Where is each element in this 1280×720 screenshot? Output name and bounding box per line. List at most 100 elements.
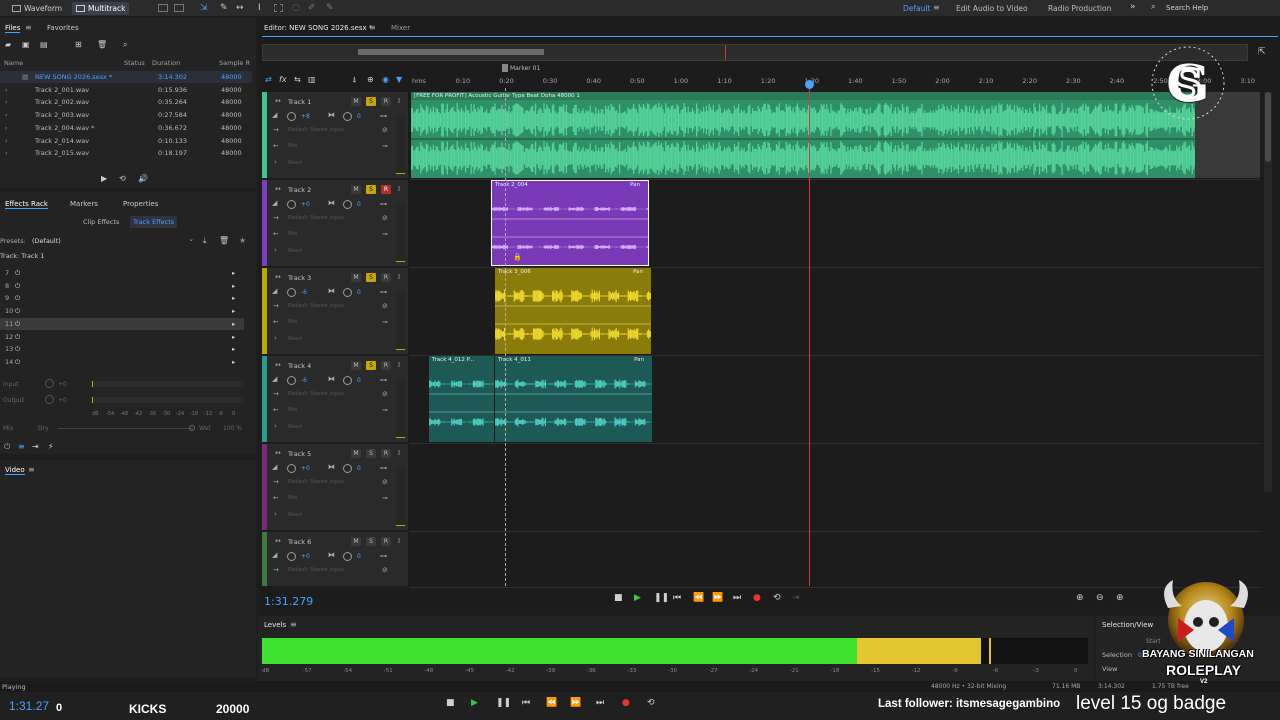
pitch-icon[interactable] [174,4,184,12]
playhead-line[interactable] [809,88,810,586]
workspace-edit-audio-video[interactable]: Edit Audio to Video [956,2,1028,15]
record-arm-button[interactable]: R [381,537,391,546]
pan-value[interactable]: 0 [357,553,361,560]
clip-track4-012[interactable]: Track 4_012 P... [429,356,494,442]
volume-value[interactable]: +0 [301,201,310,208]
new-file-icon[interactable]: ▤ [40,40,48,49]
fx-icon[interactable]: fx [279,75,287,84]
marker-label[interactable]: Marker 01 [510,65,540,72]
time-selection-icon[interactable]: I [258,3,261,13]
loop-playback-icon[interactable]: ⟲ [773,593,781,603]
track-arrows-icon[interactable]: ↔ [275,185,281,193]
save-preset-icon[interactable]: ⤓ [203,236,207,246]
monitor-input-icon[interactable]: I [398,361,400,369]
overlay-previous-icon[interactable]: ⏮ [522,698,530,708]
clip-track3-006[interactable]: Track 3_006 Pan [495,268,651,354]
file-row[interactable]: ▤ NEW SONG 2026.sesx * 3:14.302 48000 [0,71,252,83]
fx-power-icon[interactable]: ⊸ [382,494,388,502]
mute-button[interactable]: M [351,449,361,458]
track-mix[interactable]: Mix [288,495,298,501]
editor-menu-icon[interactable]: ≡ [369,23,376,32]
power-icon[interactable]: ⏻ [15,280,20,293]
tab-files[interactable]: Files [5,24,21,33]
monitor-input-icon[interactable]: I [398,449,400,457]
solo-button[interactable]: S [366,185,376,194]
effect-slot[interactable]: 8 ⏻ ▸ [0,280,244,293]
pause-icon[interactable]: ❚❚ [654,593,669,603]
record-arm-button[interactable]: R [381,273,391,282]
clip-effects-tab[interactable]: Clip Effects [83,218,119,226]
expand-chevron-icon[interactable]: › [5,122,8,134]
record-arm-button[interactable]: R [381,185,391,194]
pan-knob[interactable] [343,376,352,385]
file-row[interactable]: › Track 2_001.wav 0:15.936 48000 [0,84,252,96]
volume-knob[interactable] [287,288,296,297]
file-row[interactable]: › Track 2_015.wav 0:18.197 48000 [0,147,252,159]
play-preview-icon[interactable]: ▶ [101,174,107,183]
fx-bypass-icon[interactable]: ⊘ [382,126,388,134]
pan-knob[interactable] [343,200,352,209]
filter-search-icon[interactable]: ⌕ [123,40,127,50]
workspace-default[interactable]: Default [903,2,930,15]
volume-knob[interactable] [287,200,296,209]
slot-chevron-icon[interactable]: ▸ [232,343,235,356]
track-arrows-icon[interactable]: ↔ [275,97,281,105]
mute-button[interactable]: M [351,537,361,546]
zoom-fit-icon[interactable]: ⇱ [1258,47,1266,57]
vertical-scrollbar[interactable] [1264,92,1272,492]
workspace-radio-production[interactable]: Radio Production [1048,2,1111,15]
clip-track2-004[interactable]: Track 2_004 Pan 🔒 [491,180,649,266]
stereo-icon[interactable]: ⊶ [380,112,387,120]
automation-chevron-icon[interactable]: › [274,510,277,518]
fx-power-icon[interactable]: ⊸ [382,142,388,150]
power-icon[interactable]: ⏻ [15,356,20,369]
mixer-tab[interactable]: Mixer [391,24,410,32]
fx-bypass-icon[interactable]: ⊘ [382,478,388,486]
overlay-loop-icon[interactable]: ⟲ [647,698,655,708]
expand-chevron-icon[interactable]: › [5,147,8,159]
power-icon[interactable]: ⏻ [15,331,20,344]
volume-knob[interactable] [287,376,296,385]
marquee-icon[interactable] [274,4,283,12]
lasso-icon[interactable]: ◌ [292,3,300,13]
slot-chevron-icon[interactable]: ▸ [232,331,235,344]
power-icon[interactable]: ⏻ [15,343,20,356]
fx-bypass-icon[interactable]: ⊘ [382,214,388,222]
col-status[interactable]: Status [124,59,145,67]
power-icon[interactable]: ⏻ [15,305,20,318]
overview-view-range[interactable] [358,49,544,55]
panel-menu-icon[interactable]: ≡ [25,23,32,32]
overlay-rewind-icon[interactable]: ⏪ [546,698,557,708]
record-arm-button[interactable]: R [381,361,391,370]
tab-effects-rack[interactable]: Effects Rack [5,200,48,209]
editor-tab[interactable]: Editor: NEW SONG 2026.sesx * [264,24,372,32]
import-icon[interactable]: ▣ [22,40,30,49]
snap-icon[interactable]: ⊕ [367,75,374,84]
volume-value[interactable]: +8 [301,113,310,120]
power-icon[interactable]: ⏻ [15,267,20,280]
automation-chevron-icon[interactable]: › [274,422,277,430]
track-read[interactable]: Read [288,160,302,166]
rewind-icon[interactable]: ⏪ [693,593,704,603]
fx-bypass-icon[interactable]: ⊘ [382,566,388,574]
skip-icon[interactable]: ⇥ [792,593,800,603]
record-arm-button[interactable]: R [381,449,391,458]
multitrack-view-button[interactable]: Multitrack [72,2,130,15]
search-help-field[interactable]: ⌕ Search Help [1148,2,1276,15]
track-arrows-icon[interactable]: ↔ [275,449,281,457]
solo-button[interactable]: S [366,449,376,458]
slip-tool-icon[interactable]: ↔ [236,3,244,13]
mute-button[interactable]: M [351,361,361,370]
track-read[interactable]: Read [288,248,302,254]
track-read[interactable]: Read [288,512,302,518]
track-input[interactable]: Default Stereo Input [288,391,344,397]
track-mix[interactable]: Mix [288,231,298,237]
fx-bypass-icon[interactable]: ⊘ [382,390,388,398]
track-read[interactable]: Read [288,336,302,342]
overlay-forward-icon[interactable]: ⏩ [570,698,581,708]
pan-knob[interactable] [343,552,352,561]
record-icon[interactable]: ● [753,593,761,603]
play-icon[interactable]: ▶ [634,593,641,603]
track-input[interactable]: Default Stereo Input [288,479,344,485]
next-icon[interactable]: ⏭ [733,593,741,603]
